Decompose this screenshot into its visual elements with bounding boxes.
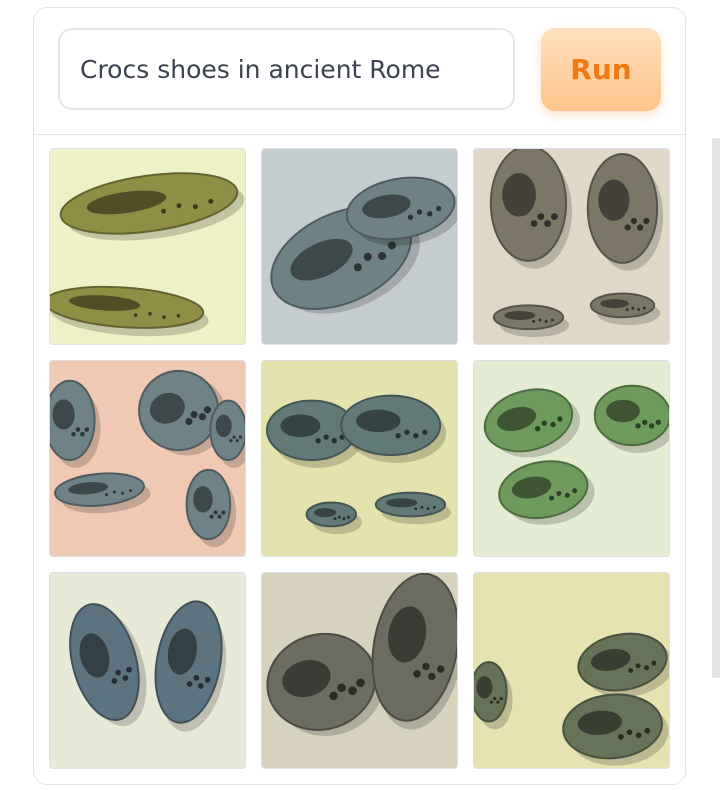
shoe-illustration: [474, 149, 669, 344]
result-image-1[interactable]: [49, 148, 246, 345]
shoe-illustration: [474, 573, 669, 768]
shoe-illustration: [50, 361, 245, 556]
result-image-7[interactable]: [49, 572, 246, 769]
prompt-input[interactable]: Crocs shoes in ancient Rome: [58, 28, 515, 110]
shoe-illustration: [474, 361, 669, 556]
result-image-3[interactable]: [473, 148, 670, 345]
shoe-illustration: [50, 149, 245, 344]
image-generation-panel: Crocs shoes in ancient Rome Run: [33, 7, 686, 785]
run-button[interactable]: Run: [541, 28, 661, 111]
result-image-2[interactable]: [261, 148, 458, 345]
result-image-4[interactable]: [49, 360, 246, 557]
prompt-bar: Crocs shoes in ancient Rome Run: [34, 8, 685, 135]
result-image-8[interactable]: [261, 572, 458, 769]
shoe-illustration: [262, 149, 457, 344]
result-image-9[interactable]: [473, 572, 670, 769]
shoe-illustration: [262, 361, 457, 556]
page-scrollbar[interactable]: [712, 138, 720, 678]
shoe-illustration: [50, 573, 245, 768]
shoe-illustration: [262, 573, 457, 768]
result-image-5[interactable]: [261, 360, 458, 557]
result-image-6[interactable]: [473, 360, 670, 557]
